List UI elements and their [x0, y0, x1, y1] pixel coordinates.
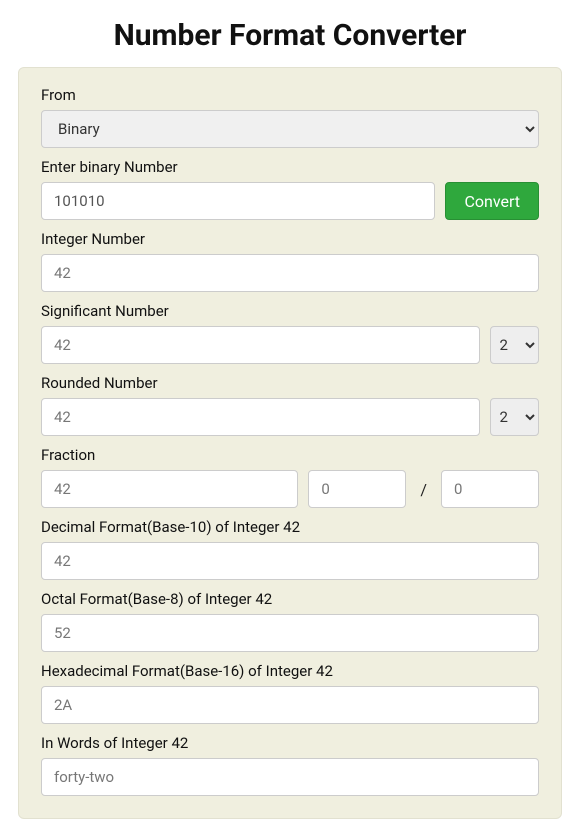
decimal-output[interactable]: [41, 542, 539, 580]
integer-group: Integer Number: [41, 230, 539, 292]
integer-label: Integer Number: [41, 230, 539, 248]
rounded-label: Rounded Number: [41, 374, 539, 392]
hex-output[interactable]: [41, 686, 539, 724]
significant-group: Significant Number 2: [41, 302, 539, 364]
words-group: In Words of Integer 42: [41, 734, 539, 796]
octal-group: Octal Format(Base-8) of Integer 42: [41, 590, 539, 652]
converter-panel: From Binary Enter binary Number Convert …: [18, 67, 562, 819]
fraction-whole-output[interactable]: [41, 470, 298, 508]
hex-label: Hexadecimal Format(Base-16) of Integer 4…: [41, 662, 539, 680]
from-group: From Binary: [41, 86, 539, 148]
fraction-denominator-output[interactable]: [441, 470, 539, 508]
words-label: In Words of Integer 42: [41, 734, 539, 752]
decimal-group: Decimal Format(Base-10) of Integer 42: [41, 518, 539, 580]
convert-button[interactable]: Convert: [445, 182, 539, 220]
from-select[interactable]: Binary: [41, 110, 539, 148]
input-label: Enter binary Number: [41, 158, 539, 176]
octal-label: Octal Format(Base-8) of Integer 42: [41, 590, 539, 608]
rounded-precision-select[interactable]: 2: [490, 398, 539, 436]
integer-output[interactable]: [41, 254, 539, 292]
hex-group: Hexadecimal Format(Base-16) of Integer 4…: [41, 662, 539, 724]
significant-precision-select[interactable]: 2: [490, 326, 539, 364]
decimal-label: Decimal Format(Base-10) of Integer 42: [41, 518, 539, 536]
fraction-slash: /: [416, 480, 431, 499]
page-title: Number Format Converter: [0, 0, 580, 67]
fraction-numerator-output[interactable]: [308, 470, 406, 508]
input-group: Enter binary Number Convert: [41, 158, 539, 220]
fraction-group: Fraction /: [41, 446, 539, 508]
octal-output[interactable]: [41, 614, 539, 652]
significant-output[interactable]: [41, 326, 480, 364]
rounded-output[interactable]: [41, 398, 480, 436]
from-label: From: [41, 86, 539, 104]
rounded-group: Rounded Number 2: [41, 374, 539, 436]
words-output[interactable]: [41, 758, 539, 796]
fraction-label: Fraction: [41, 446, 539, 464]
significant-label: Significant Number: [41, 302, 539, 320]
number-input[interactable]: [41, 182, 435, 220]
